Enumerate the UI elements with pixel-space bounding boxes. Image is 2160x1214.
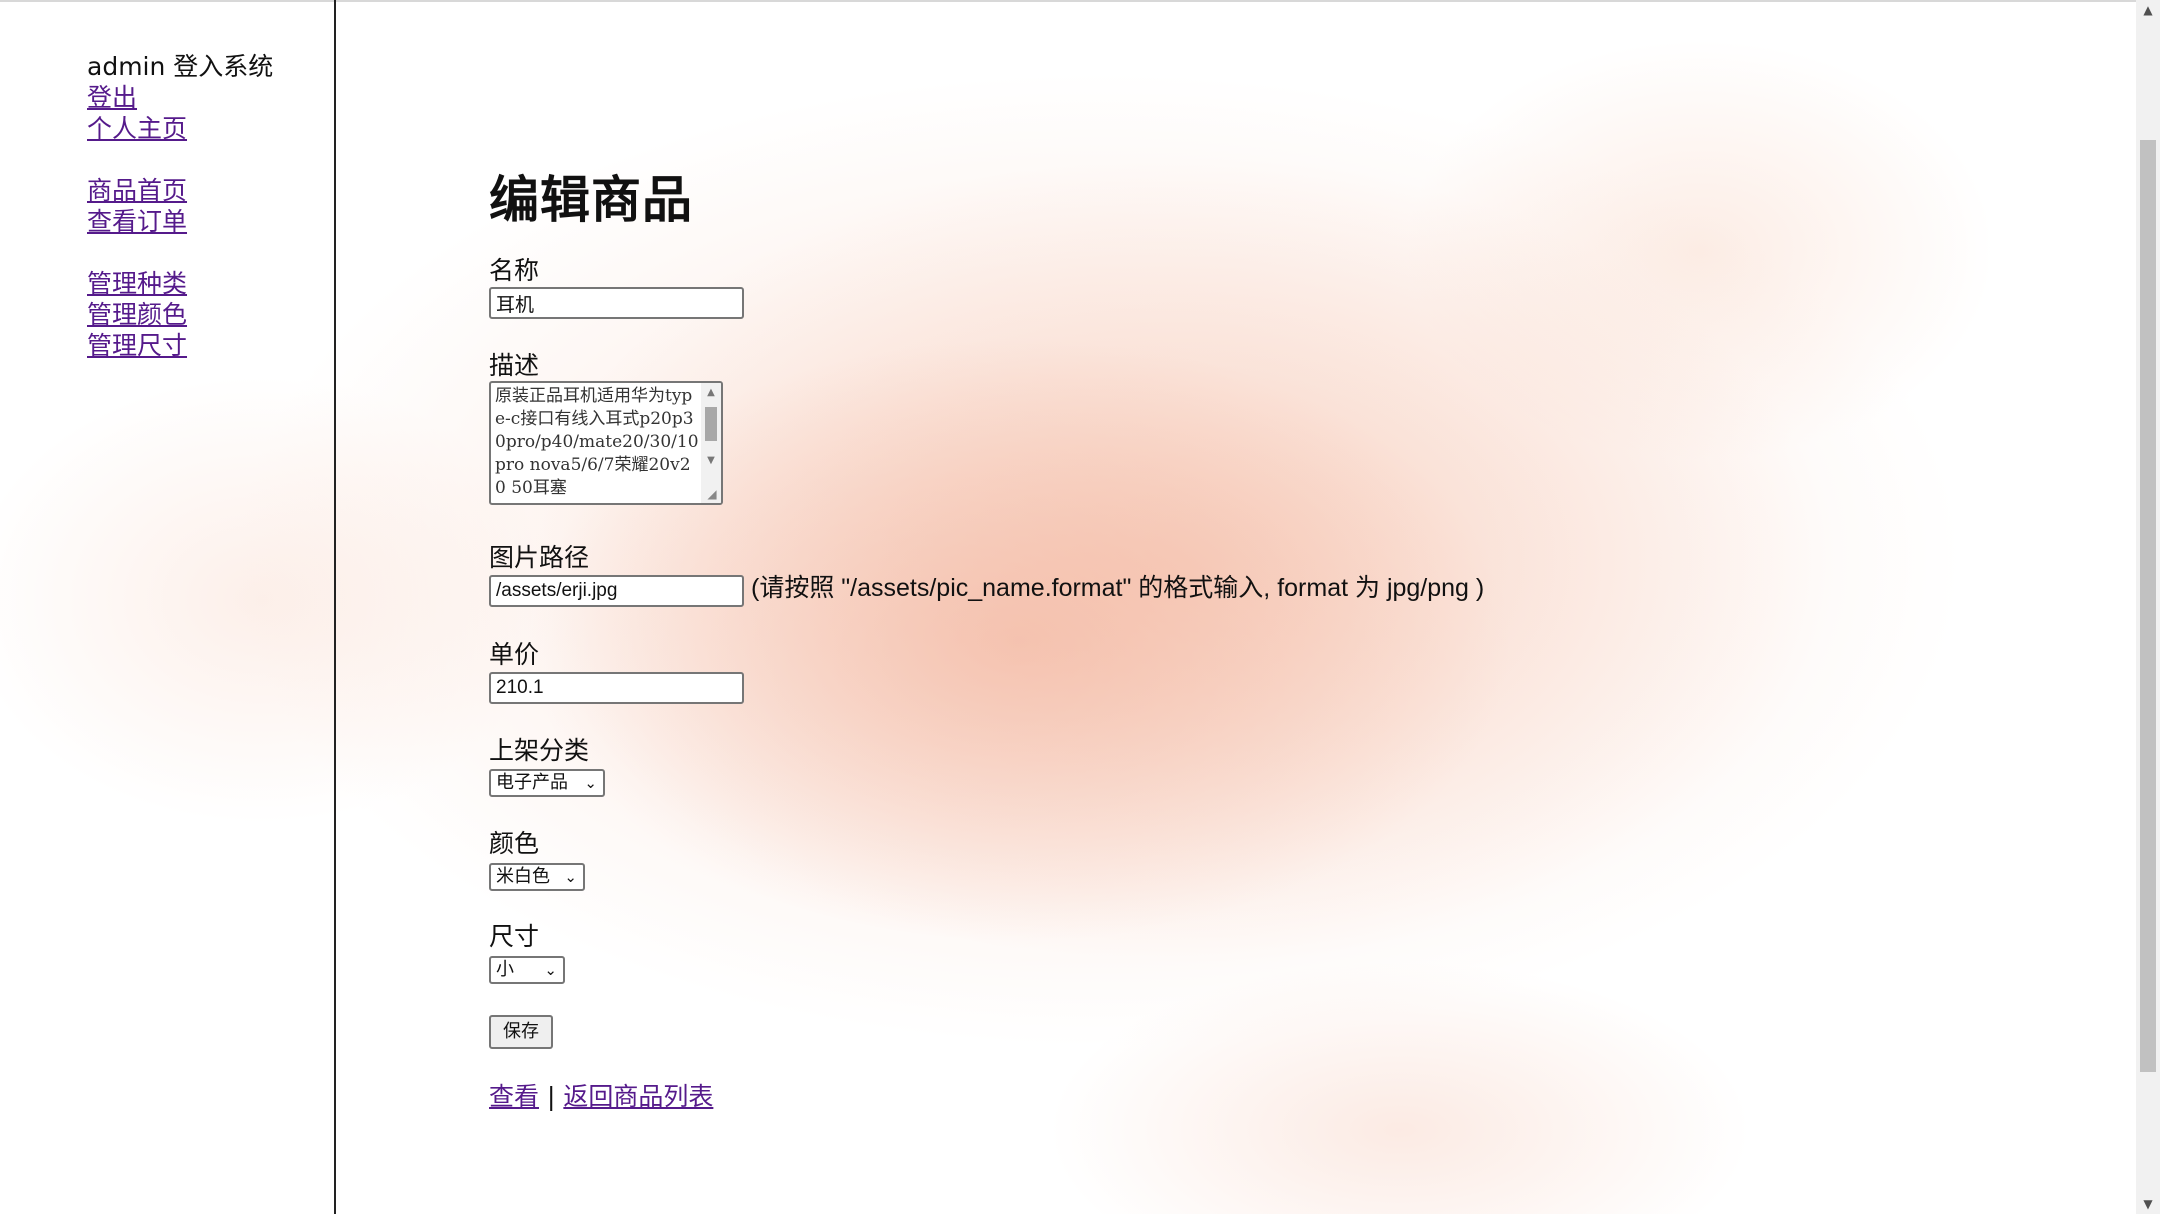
sidebar: admin 登入系统 登出 个人主页 商品首页 查看订单 管理种类 管理颜色 管… — [0, 0, 336, 1214]
view-link[interactable]: 查看 — [489, 1082, 539, 1111]
name-label: 名称 — [489, 256, 540, 285]
image-path-input[interactable] — [489, 575, 744, 607]
chevron-down-icon: ⌄ — [544, 961, 557, 979]
page-scroll-thumb[interactable] — [2140, 140, 2156, 1072]
color-selected-value: 米白色 — [496, 866, 550, 887]
manage-sizes-link[interactable]: 管理尺寸 — [87, 330, 273, 361]
logout-link[interactable]: 登出 — [87, 82, 273, 113]
textarea-scroll-thumb[interactable] — [705, 407, 717, 441]
scroll-up-icon[interactable]: ▲ — [701, 385, 721, 401]
manage-colors-link[interactable]: 管理颜色 — [87, 299, 273, 330]
scroll-down-arrow-icon[interactable]: ▼ — [2136, 1194, 2160, 1214]
resize-grip-icon[interactable]: ◢ — [705, 487, 719, 501]
chevron-down-icon: ⌄ — [564, 868, 577, 886]
manage-categories-link[interactable]: 管理种类 — [87, 268, 273, 299]
category-label: 上架分类 — [489, 736, 590, 765]
browser-viewport: admin 登入系统 登出 个人主页 商品首页 查看订单 管理种类 管理颜色 管… — [0, 0, 2160, 1214]
page-scrollbar[interactable]: ▲ ▼ — [2136, 0, 2160, 1214]
scroll-up-arrow-icon[interactable]: ▲ — [2136, 0, 2160, 20]
category-select[interactable]: 电子产品 ⌄ — [489, 769, 605, 797]
orders-link[interactable]: 查看订单 — [87, 206, 273, 237]
color-select[interactable]: 米白色 ⌄ — [489, 863, 585, 891]
save-button[interactable]: 保存 — [489, 1015, 553, 1049]
description-textarea[interactable]: 原装正品耳机适用华为type-c接口有线入耳式p20p30pro/p40/mat… — [489, 381, 723, 505]
description-label: 描述 — [489, 351, 540, 380]
image-path-hint: (请按照 "/assets/pic_name.format" 的格式输入, fo… — [751, 574, 1485, 602]
footer-links: 查看 | 返回商品列表 — [489, 1080, 713, 1114]
size-selected-value: 小 — [496, 959, 514, 980]
chevron-down-icon: ⌄ — [584, 774, 597, 792]
image-path-label: 图片路径 — [489, 543, 590, 572]
description-text: 原装正品耳机适用华为type-c接口有线入耳式p20p30pro/p40/mat… — [495, 386, 699, 498]
size-select[interactable]: 小 ⌄ — [489, 956, 565, 984]
link-separator: | — [546, 1082, 556, 1111]
sidebar-nav: admin 登入系统 登出 个人主页 商品首页 查看订单 管理种类 管理颜色 管… — [87, 51, 273, 361]
textarea-scrollbar[interactable]: ▲ ▼ — [701, 383, 721, 503]
name-input[interactable] — [489, 287, 744, 319]
size-label: 尺寸 — [489, 922, 540, 951]
category-selected-value: 电子产品 — [496, 772, 568, 793]
products-home-link[interactable]: 商品首页 — [87, 175, 273, 206]
color-label: 颜色 — [489, 829, 540, 858]
scroll-down-icon[interactable]: ▼ — [701, 453, 721, 469]
page-title: 编辑商品 — [489, 171, 693, 229]
user-status: admin 登入系统 — [87, 52, 274, 81]
price-input[interactable] — [489, 672, 744, 704]
profile-link[interactable]: 个人主页 — [87, 113, 273, 144]
price-label: 单价 — [489, 640, 540, 669]
back-to-list-link[interactable]: 返回商品列表 — [563, 1082, 713, 1111]
